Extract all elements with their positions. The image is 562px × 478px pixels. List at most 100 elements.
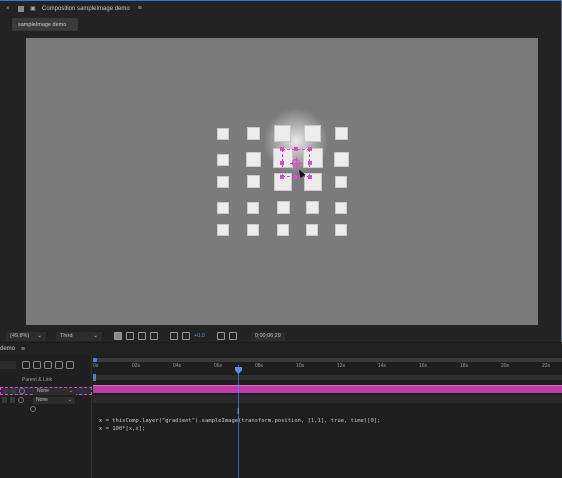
graph-editor-icon[interactable] — [66, 361, 74, 369]
draft-3d-icon[interactable] — [22, 361, 30, 369]
layer-list: Parent & Link None ⌄ None ⌄ — [0, 355, 92, 478]
color-management-icon[interactable] — [182, 332, 190, 340]
exposure-value[interactable]: +0.0 — [194, 333, 205, 339]
time-ruler[interactable]: 0s 02s 04s 06s 08s 10s 12s 14s 16s 18s 2… — [93, 363, 562, 375]
anchor-point-icon[interactable] — [290, 157, 302, 169]
parent-value: None — [36, 397, 48, 403]
frame-blending-icon[interactable] — [44, 361, 52, 369]
viewer-toolbar: (49.8%) ⌄ Third ⌄ +0.0 0;00;06;29 — [0, 330, 560, 342]
work-area-bar[interactable] — [93, 375, 562, 380]
composition-viewer[interactable] — [26, 38, 538, 325]
transform-handle[interactable] — [308, 147, 312, 151]
ruler-tick: 22s — [542, 363, 551, 369]
parent-dropdown[interactable]: None ⌄ — [33, 396, 75, 404]
pick-whip-icon[interactable] — [19, 388, 25, 394]
fast-previews-icon[interactable] — [170, 332, 178, 340]
ruler-tick: 12s — [337, 363, 346, 369]
grid-square[interactable] — [304, 125, 321, 142]
layer-duration-bar[interactable] — [93, 385, 562, 393]
transform-handle[interactable] — [308, 175, 312, 179]
lock-icon[interactable] — [18, 5, 24, 12]
ruler-tick: 0s — [93, 363, 99, 369]
timeline-tab[interactable]: demo — [0, 346, 15, 352]
snapshot-icon[interactable] — [216, 332, 225, 340]
grid-square[interactable] — [277, 201, 290, 214]
solo-switch[interactable] — [11, 388, 16, 394]
ruler-tick: 02s — [132, 363, 141, 369]
visibility-switch[interactable] — [3, 388, 8, 394]
work-area-start-handle[interactable] — [93, 374, 96, 381]
grid-square[interactable] — [334, 152, 349, 167]
transform-handle[interactable] — [280, 161, 284, 165]
transform-handle[interactable] — [294, 147, 298, 151]
motion-blur-icon[interactable] — [55, 361, 63, 369]
grid-square[interactable] — [335, 202, 347, 214]
current-time-field[interactable]: 0;00;06;29 — [250, 331, 285, 341]
layer-row[interactable]: None ⌄ — [0, 387, 92, 395]
layer-duration-bar-empty[interactable] — [93, 395, 562, 403]
grid-square[interactable] — [246, 152, 261, 167]
expression-line: x = 100*[x,x]; — [99, 426, 146, 432]
solo-switch[interactable] — [10, 397, 15, 403]
pick-whip-icon[interactable] — [18, 397, 24, 403]
grid-square[interactable] — [217, 154, 229, 166]
transform-handle[interactable] — [280, 175, 284, 179]
grid-square[interactable] — [306, 201, 319, 214]
ruler-tick: 16s — [419, 363, 428, 369]
grid-square[interactable] — [217, 202, 229, 214]
ruler-tick: 08s — [255, 363, 264, 369]
ruler-tick: 06s — [214, 363, 223, 369]
transparency-grid-icon[interactable] — [126, 332, 134, 340]
composition-tab[interactable]: sampleImage demo — [12, 18, 78, 31]
chevron-down-icon: ⌄ — [68, 388, 73, 394]
grid-square[interactable] — [247, 224, 259, 236]
zoom-value: (49.8%) — [10, 333, 30, 339]
panel-menu-icon[interactable]: ≡ — [21, 346, 25, 353]
expression-pick-whip-icon[interactable] — [30, 406, 36, 412]
parent-dropdown[interactable]: None ⌄ — [34, 387, 76, 395]
grid-square[interactable] — [247, 202, 259, 214]
timeline-header: demo ≡ — [0, 343, 562, 355]
grid-square[interactable] — [277, 224, 289, 236]
mask-visibility-icon[interactable] — [138, 332, 146, 340]
composition-panel-header: × ▣ Composition sampleImage demo ≡ — [0, 2, 561, 15]
visibility-switch[interactable] — [2, 397, 7, 403]
grid-square[interactable] — [217, 128, 229, 140]
grid-square[interactable] — [306, 224, 318, 236]
transform-handle[interactable] — [280, 147, 284, 151]
resolution-dropdown[interactable]: Third ⌄ — [56, 331, 102, 341]
parent-link-column-header: Parent & Link — [22, 377, 53, 383]
timeline-graph[interactable]: 0s 02s 04s 06s 08s 10s 12s 14s 16s 18s 2… — [93, 355, 562, 478]
grid-square[interactable] — [274, 125, 291, 142]
zoom-dropdown[interactable]: (49.8%) ⌄ — [6, 331, 46, 341]
region-of-interest-icon[interactable] — [114, 332, 122, 340]
layer-search-input[interactable] — [0, 361, 16, 369]
time-navigator-start[interactable] — [93, 358, 97, 362]
panel-menu-icon[interactable]: ≡ — [138, 5, 142, 12]
expression-line: x = thisComp.layer("gradient").sampleIma… — [99, 418, 381, 424]
chevron-down-icon: ⌄ — [67, 397, 72, 403]
composition-panel-title: Composition sampleImage demo — [42, 5, 130, 12]
text-cursor-icon: I — [237, 407, 240, 416]
chevron-down-icon: ⌄ — [93, 333, 98, 339]
guides-icon[interactable] — [150, 332, 158, 340]
grid-square[interactable] — [247, 175, 260, 188]
composition-icon: ▣ — [30, 5, 36, 12]
grid-square[interactable] — [217, 176, 229, 188]
grid-square[interactable] — [335, 176, 347, 188]
grid-square[interactable] — [335, 224, 347, 236]
grid-square[interactable] — [335, 127, 348, 140]
expression-editor[interactable]: x = thisComp.layer("gradient").sampleIma… — [99, 417, 380, 433]
close-icon[interactable]: × — [6, 6, 12, 12]
ruler-tick: 20s — [501, 363, 510, 369]
transform-handle[interactable] — [308, 161, 312, 165]
layer-row[interactable]: None ⌄ — [0, 396, 92, 404]
show-snapshot-icon[interactable] — [228, 332, 237, 340]
shy-layers-icon[interactable] — [33, 361, 41, 369]
ruler-tick: 14s — [378, 363, 387, 369]
grid-square[interactable] — [217, 224, 229, 236]
time-navigator[interactable] — [93, 358, 562, 362]
grid-square[interactable] — [247, 127, 260, 140]
transform-handle[interactable] — [294, 175, 298, 179]
ruler-tick: 04s — [173, 363, 182, 369]
